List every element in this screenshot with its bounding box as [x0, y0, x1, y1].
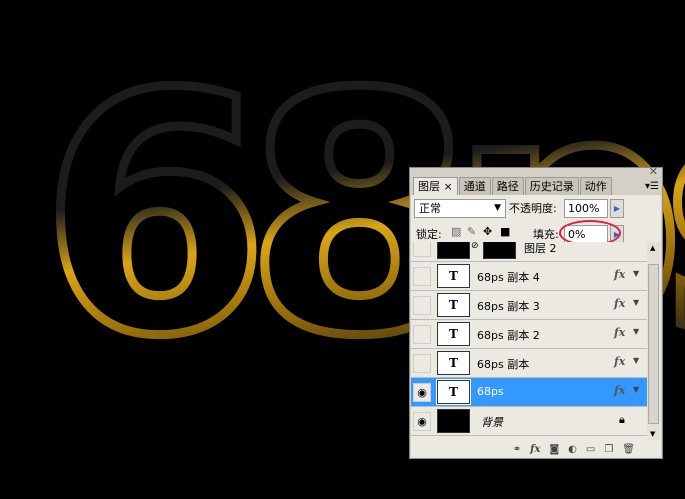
layer-row[interactable]: ◉ 背景 🔒︎ [411, 407, 647, 436]
tab-actions[interactable]: 动作 [579, 177, 612, 195]
lock-brush-icon[interactable]: ✎ [467, 225, 476, 238]
layer-row[interactable]: T 68ps 副本 2 fx ▼ [411, 320, 647, 349]
layer-name: 68ps 副本 2 [477, 329, 540, 342]
visibility-toggle[interactable] [413, 354, 431, 373]
layer-name: 背景 [481, 416, 503, 429]
layer-row[interactable]: T 68ps 副本 fx ▼ [411, 349, 647, 378]
visibility-toggle[interactable] [413, 296, 431, 315]
mask-thumbnail [483, 242, 516, 259]
text-layer-icon: T [437, 264, 470, 288]
panel-tabs: 图层 × 通道 路径 历史记录 动作 [413, 177, 613, 195]
layer-name: 68ps 副本 [477, 358, 530, 371]
layers-scrollbar[interactable]: ▲ ▼ [647, 242, 660, 440]
adjustment-layer-icon[interactable]: ◐ [568, 444, 577, 455]
eye-icon[interactable]: ◉ [413, 383, 431, 402]
close-icon[interactable]: × [444, 180, 453, 193]
layer-row[interactable]: T 68ps 副本 3 fx ▼ [411, 291, 647, 320]
text-layer-icon: T [437, 293, 470, 317]
layer-name: 68ps [477, 385, 504, 398]
fx-icon[interactable]: fx [614, 297, 625, 310]
chevron-down-icon[interactable]: ▼ [633, 385, 639, 394]
blend-mode-select[interactable]: 正常 ▼ [414, 199, 506, 218]
link-layers-icon[interactable]: ⚭ [513, 444, 521, 455]
opacity-slider-button[interactable]: ▶ [610, 199, 624, 218]
chevron-down-icon[interactable]: ▼ [633, 298, 639, 307]
fx-icon[interactable]: fx [614, 384, 625, 397]
scroll-down-icon[interactable]: ▼ [650, 430, 655, 438]
lock-all-icon[interactable]: ■ [500, 225, 510, 238]
link-icon: ⊘ [471, 242, 479, 251]
close-icon[interactable]: ✕ [649, 165, 658, 178]
chevron-down-icon: ▼ [494, 203, 501, 213]
text-layer-icon: T [436, 379, 471, 405]
chevron-down-icon[interactable]: ▼ [633, 356, 639, 365]
panel-body: 正常 ▼ 不透明度: 100% ▶ 锁定: ▨ ✎ ✥ ■ 填充: 0% ▶ ⊘ … [411, 195, 661, 458]
tab-history[interactable]: 历史记录 [524, 177, 579, 195]
trash-icon[interactable]: 🗑︎ [622, 444, 635, 455]
text-layer-icon: T [437, 322, 470, 346]
layers-list: ⊘ 图层 2 T 68ps 副本 4 fx ▼ T 68ps 副本 3 fx ▼ T… [411, 242, 647, 440]
chevron-down-icon[interactable]: ▼ [633, 327, 639, 336]
layer-name: 图层 2 [524, 242, 557, 255]
new-group-icon[interactable]: ▭ [586, 444, 595, 455]
layer-thumbnail [437, 242, 470, 259]
tab-paths[interactable]: 路径 [491, 177, 524, 195]
opacity-label: 不透明度: [509, 202, 557, 215]
layer-thumbnail [437, 409, 470, 433]
visibility-toggle[interactable] [413, 325, 431, 344]
tab-channels[interactable]: 通道 [458, 177, 491, 195]
layer-row-selected[interactable]: ◉ T 68ps fx ▼ [411, 378, 647, 407]
lock-move-icon[interactable]: ✥ [483, 225, 492, 238]
lock-icon: 🔒︎ [619, 413, 625, 426]
new-layer-icon[interactable]: ❐ [604, 444, 613, 455]
scrollbar-thumb[interactable] [648, 264, 659, 424]
layers-panel: ✕ 图层 × 通道 路径 历史记录 动作 ▾☰ 正常 ▼ 不透明度: 100% ▶… [409, 165, 663, 459]
visibility-toggle[interactable] [413, 242, 431, 257]
layer-row[interactable]: T 68ps 副本 4 fx ▼ [411, 262, 647, 291]
fx-icon[interactable]: fx [614, 268, 625, 281]
eye-icon[interactable]: ◉ [413, 412, 431, 431]
visibility-toggle[interactable] [413, 267, 431, 286]
add-style-icon[interactable]: fx [530, 444, 540, 455]
layer-name: 68ps 副本 4 [477, 271, 540, 284]
lock-transparent-icon[interactable]: ▨ [451, 225, 461, 238]
fx-icon[interactable]: fx [614, 355, 625, 368]
add-mask-icon[interactable]: ◙ [549, 444, 559, 455]
layer-name: 68ps 副本 3 [477, 300, 540, 313]
panel-menu-icon[interactable]: ▾☰ [645, 181, 659, 192]
text-layer-icon: T [437, 351, 470, 375]
scroll-up-icon[interactable]: ▲ [650, 244, 655, 252]
chevron-down-icon[interactable]: ▼ [633, 269, 639, 278]
tab-layers[interactable]: 图层 × [413, 177, 458, 195]
tab-label: 图层 [418, 180, 440, 193]
blend-mode-value: 正常 [419, 202, 441, 215]
layer-row[interactable]: ⊘ 图层 2 [411, 242, 647, 262]
fx-icon[interactable]: fx [614, 326, 625, 339]
panel-toolbar: ⚭ fx ◙ ◐ ▭ ❐ 🗑︎ [411, 440, 661, 458]
opacity-input[interactable]: 100% [564, 199, 608, 218]
